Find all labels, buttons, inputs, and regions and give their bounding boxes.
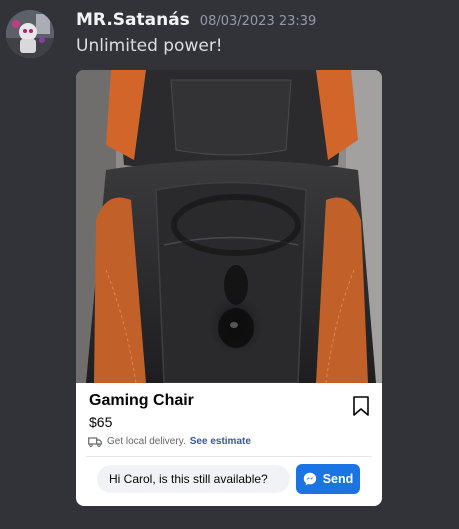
send-label: Send: [322, 472, 354, 486]
listing-photo[interactable]: [76, 70, 382, 383]
message-header: MR.Satanás 08/03/2023 23:39: [76, 10, 316, 30]
avatar-image: [6, 10, 54, 58]
listing-title[interactable]: Gaming Chair: [89, 392, 194, 410]
card-divider: [86, 456, 372, 457]
seller-message-input[interactable]: Hi Carol, is this still available?: [97, 465, 290, 493]
send-button[interactable]: Send: [296, 464, 360, 494]
see-estimate-link[interactable]: See estimate: [190, 436, 251, 447]
avatar[interactable]: [6, 10, 54, 58]
listing-price: $65: [89, 414, 113, 430]
truck-icon: [88, 436, 102, 447]
username[interactable]: MR.Satanás: [76, 10, 190, 30]
messenger-icon: [303, 472, 316, 486]
delivery-label: Get local delivery.: [107, 436, 186, 447]
timestamp: 08/03/2023 23:39: [199, 14, 317, 29]
delivery-info: Get local delivery. See estimate: [88, 436, 251, 447]
message-text: Unlimited power!: [76, 36, 223, 56]
bookmark-icon[interactable]: [352, 396, 370, 416]
marketplace-card[interactable]: Gaming Chair $65 Get local delivery. See…: [76, 70, 382, 506]
